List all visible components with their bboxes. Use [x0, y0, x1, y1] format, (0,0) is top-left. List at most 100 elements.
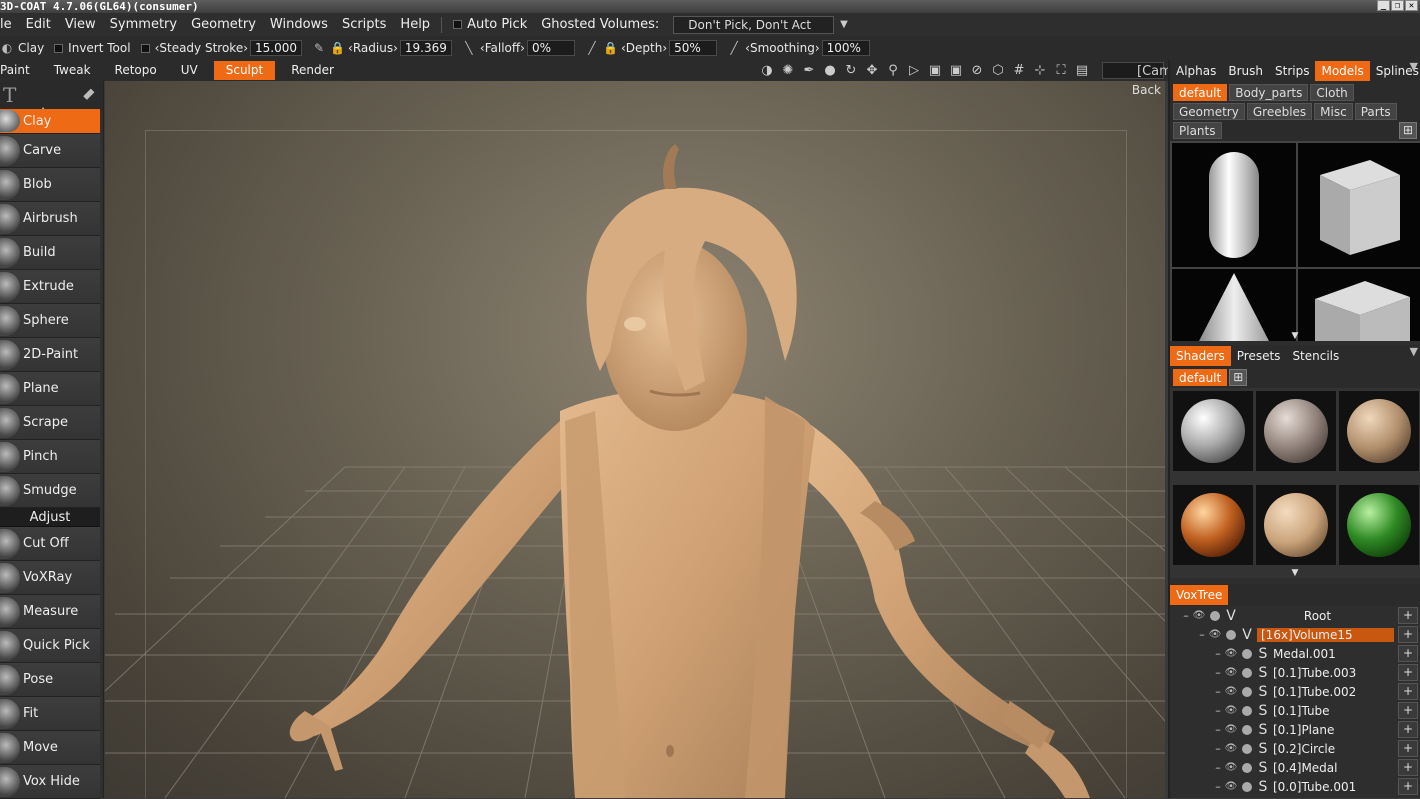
frame-icon[interactable]: ▷ [905, 62, 923, 79]
shader-menu-icon[interactable]: ▼ [1410, 345, 1418, 358]
move-icon[interactable]: ✥ [863, 62, 881, 79]
voxtree-layer-name[interactable]: [0.1]Tube.003 [1273, 666, 1356, 680]
voxtree-layer-name[interactable]: [0.1]Tube [1273, 704, 1330, 718]
add-layer-button[interactable]: + [1398, 778, 1418, 795]
voxtree-row[interactable]: – 👁 S Medal.001 + [1170, 644, 1420, 663]
menu-geometry[interactable]: Geometry [184, 17, 263, 32]
tab-paint[interactable]: Paint [0, 61, 42, 80]
steady-stroke-toggle[interactable]: ‹ Steady Stroke › 15.000 [140, 40, 303, 56]
ghost-toggle-icon[interactable] [1242, 667, 1252, 678]
ghost-toggle-icon[interactable] [1210, 610, 1220, 621]
voxtree-row[interactable]: – 👁 S [0.1]Tube.003 + [1170, 663, 1420, 682]
collapse-icon[interactable]: – [1212, 780, 1224, 793]
tool-build[interactable]: Build [0, 236, 100, 270]
tab-tweak[interactable]: Tweak [42, 61, 103, 80]
smoothing-input[interactable]: 100% [821, 40, 870, 56]
voxtree-layer-name[interactable]: [0.1]Tube.002 [1273, 685, 1356, 699]
collapse-icon[interactable]: – [1212, 704, 1224, 717]
falloff-input[interactable]: 0% [526, 40, 575, 56]
add-folder-icon[interactable]: ⊞ [1399, 122, 1417, 139]
depth-input[interactable]: 50% [669, 40, 718, 56]
ghost-toggle-icon[interactable] [1242, 781, 1252, 792]
model-box[interactable] [1298, 143, 1420, 267]
tool-scrape[interactable]: Scrape [0, 406, 100, 440]
add-layer-button[interactable]: + [1398, 740, 1418, 757]
model-capsule[interactable] [1172, 143, 1296, 267]
folder-geometry[interactable]: Geometry [1173, 103, 1245, 120]
shader-clay-tan[interactable] [1339, 391, 1419, 471]
menu-scripts[interactable]: Scripts [335, 17, 393, 32]
folder-greebles[interactable]: Greebles [1246, 103, 1313, 120]
voxtree-layer-name[interactable]: [0.0]Tube.001 [1273, 780, 1356, 794]
tab-retopo[interactable]: Retopo [103, 61, 169, 80]
auto-pick-toggle[interactable]: Auto Pick [446, 17, 534, 32]
add-layer-button[interactable]: + [1398, 607, 1418, 624]
models-scroll-icon[interactable]: ▼ [1292, 331, 1299, 341]
collapse-icon[interactable]: – [1212, 723, 1224, 736]
grid-icon[interactable]: # [1010, 62, 1028, 79]
tool-airbrush[interactable]: Airbrush [0, 202, 100, 236]
voxtree-layer-name[interactable]: [0.2]Circle [1273, 742, 1335, 756]
pen-pressure-icon[interactable]: ✎ [312, 41, 326, 55]
smoothing-pen-icon[interactable]: ╱ [727, 41, 741, 55]
ghost-toggle-icon[interactable] [1242, 705, 1252, 716]
tab-models[interactable]: Models [1315, 61, 1370, 81]
contrast-icon[interactable]: ◑ [758, 62, 776, 79]
tool-quick-pick[interactable]: Quick Pick [0, 629, 100, 663]
fullscreen-icon[interactable]: ⛶ [1052, 62, 1070, 79]
radius-input[interactable]: 19.369 [399, 40, 452, 56]
eye-icon[interactable]: 👁 [1224, 743, 1238, 754]
ghost-toggle-icon[interactable] [1242, 648, 1252, 659]
tool-pinch[interactable]: Pinch [0, 440, 100, 474]
menu-file[interactable]: le [0, 17, 19, 32]
voxtree-layer-name[interactable]: Medal.001 [1273, 647, 1336, 661]
tool-extrude[interactable]: Extrude [0, 270, 100, 304]
invert-tool-checkbox[interactable] [54, 43, 64, 53]
eye-icon[interactable]: 👁 [1224, 686, 1238, 697]
shader-silver[interactable] [1173, 391, 1253, 471]
tool-move[interactable]: Move [0, 731, 100, 765]
frame-all-icon[interactable]: ▣ [926, 62, 944, 79]
voxtree-row[interactable]: – 👁 S [0.4]Medal + [1170, 758, 1420, 777]
tool-carve[interactable]: Carve [0, 134, 100, 168]
tab-shaders[interactable]: Shaders [1170, 346, 1231, 366]
collapse-icon[interactable]: – [1212, 666, 1224, 679]
menu-edit[interactable]: Edit [19, 17, 58, 32]
tab-stencils[interactable]: Stencils [1286, 346, 1345, 366]
eye-icon[interactable]: 👁 [1224, 648, 1238, 659]
shader-copper[interactable] [1173, 484, 1253, 565]
tool-plane[interactable]: Plane [0, 372, 100, 406]
tab-sculpt[interactable]: Sculpt [213, 61, 276, 80]
restore-icon[interactable]: ❐ [1391, 0, 1404, 11]
text-tool-icon[interactable]: T [3, 83, 16, 107]
gizmo-icon[interactable]: ⊹ [1031, 62, 1049, 79]
voxtree-row[interactable]: – 👁 S [0.2]Circle + [1170, 739, 1420, 758]
ghost-toggle-icon[interactable] [1242, 724, 1252, 735]
camera-select[interactable]: [Camera] [1102, 62, 1198, 80]
model-slab[interactable] [1298, 269, 1420, 341]
collapse-icon[interactable]: – [1180, 609, 1192, 622]
folder-parts[interactable]: Parts [1354, 103, 1397, 120]
drop-icon[interactable]: ● [821, 62, 839, 79]
add-layer-button[interactable]: + [1398, 645, 1418, 662]
ghost-toggle-icon[interactable] [1226, 629, 1236, 640]
tab-voxtree[interactable]: VoxTree [1170, 585, 1229, 605]
tab-uv[interactable]: UV [169, 61, 210, 80]
add-layer-button[interactable]: + [1398, 721, 1418, 738]
cube-icon[interactable]: ⬡ [989, 62, 1007, 79]
voxtree-layer-name[interactable]: Root [1241, 609, 1394, 623]
shader-skin[interactable] [1256, 484, 1336, 565]
steady-stroke-input[interactable]: 15.000 [250, 40, 303, 56]
collapse-icon[interactable]: – [1212, 742, 1224, 755]
folder-default[interactable]: default [1173, 84, 1228, 101]
folder-plants[interactable]: Plants [1173, 122, 1222, 139]
color-picker-icon[interactable]: ✒ [800, 62, 818, 79]
tool-2d-paint[interactable]: 2D-Paint [0, 338, 100, 372]
voxtree-row[interactable]: – 👁 V [16x]Volume15 + [1170, 625, 1420, 644]
collapse-icon[interactable]: – [1212, 685, 1224, 698]
shader-folder-default[interactable]: default [1173, 369, 1228, 386]
tab-brush[interactable]: Brush [1222, 61, 1269, 81]
voxtree-row[interactable]: – 👁 S [0.1]Tube + [1170, 701, 1420, 720]
menu-view[interactable]: View [58, 17, 103, 32]
shader-stone-grey[interactable] [1256, 391, 1336, 471]
